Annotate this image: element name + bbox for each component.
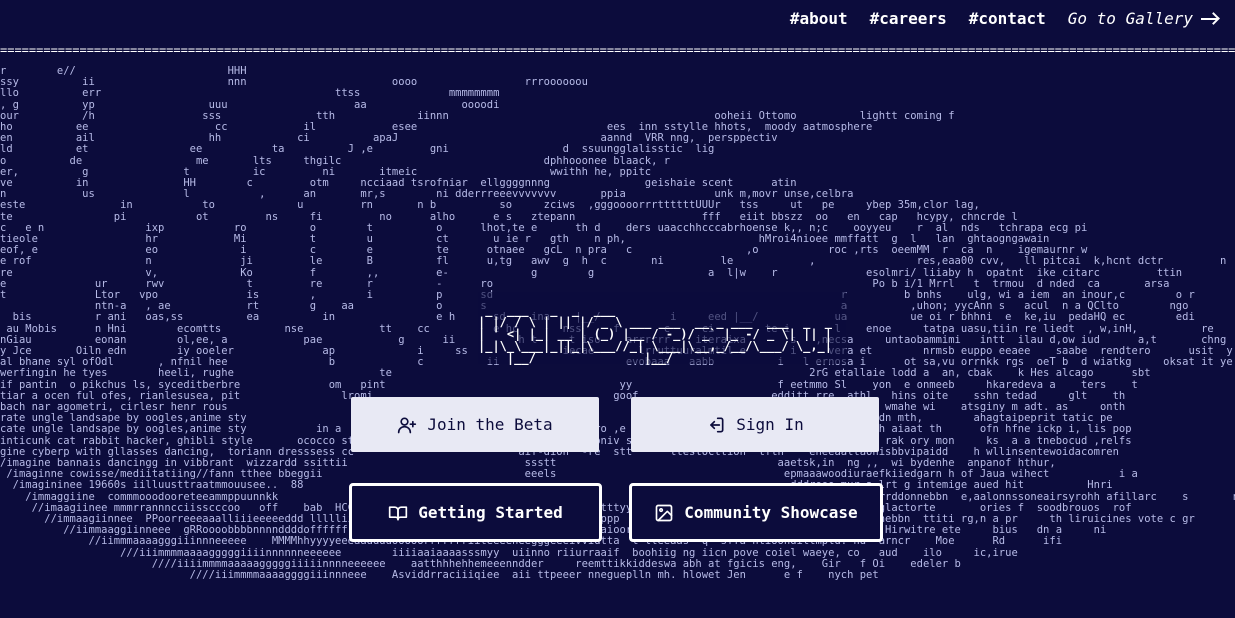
nav-careers-link[interactable]: #careers [870,9,947,28]
nav-gallery-link[interactable]: Go to Gallery [1068,9,1219,28]
ascii-art-line: werfingin he tyes heeli, rughe te 2rG et… [0,367,1151,380]
ascii-art-line: te pi ot ns fi no alho e s ztepann fff e… [0,210,1018,223]
ascii-logo-line: |__/ |__/ [478,351,847,365]
divider-rule: ========================================… [0,43,1235,57]
top-nav: #about #careers #contact Go to Gallery [790,9,1219,28]
ascii-art-line: ///iiimmmmaaaagggggiiiinnnnnneeeeee iiii… [0,546,1018,559]
nav-contact-link[interactable]: #contact [969,9,1046,28]
ascii-art-line: if pantin o pikchus ls, syceditberbre om… [0,378,1138,391]
gallery-link-label: Go to Gallery [1067,9,1193,28]
ascii-logo: _ ___ _ _ ___ | |/ / \ | || |/ _ \ ___ _… [478,292,847,365]
ascii-art-line: , g yp uuu aa oooodi [0,98,500,111]
ascii-art-line: ld et ee ta J ,e gni d ssuungglalisstic … [0,143,715,156]
sign-in-icon [710,417,724,432]
getting-started-label: Getting Started [418,503,563,522]
ascii-art-line: ////iiimmmmaaaaggggiiinnneee Asviddrraci… [0,569,879,581]
user-plus-icon [398,417,417,433]
ascii-art-line: re v, Ko f ,, e- g g a l|w r esolmri/ li… [0,266,1183,279]
ascii-art-line: e rof n ji le B fl u,tg awv g h c ni le … [0,255,1227,268]
join-beta-button[interactable]: Join the Beta [351,397,599,452]
ascii-art-line: este in to u rn n b so zciws ,gggoooorrr… [0,199,980,212]
getting-started-button[interactable]: Getting Started [349,483,602,542]
arrow-right-icon [1201,13,1219,25]
ascii-art-line: /immaggiine commmooodooreteeammppuunnkk … [0,490,1235,503]
sign-in-label: Sign In [736,415,804,434]
nav-about-link[interactable]: #about [790,9,848,28]
ascii-art-line: llo err ttss mmmmmmmm [0,87,500,100]
community-showcase-button[interactable]: Community Showcase [629,483,883,542]
ascii-art-line: o de me lts thgilc dphhooonee blaack, r [0,154,671,167]
community-showcase-label: Community Showcase [684,503,858,522]
join-beta-label: Join the Beta [427,415,553,434]
book-open-icon [389,505,408,520]
sign-in-button[interactable]: Sign In [631,397,879,452]
image-icon [655,504,673,521]
